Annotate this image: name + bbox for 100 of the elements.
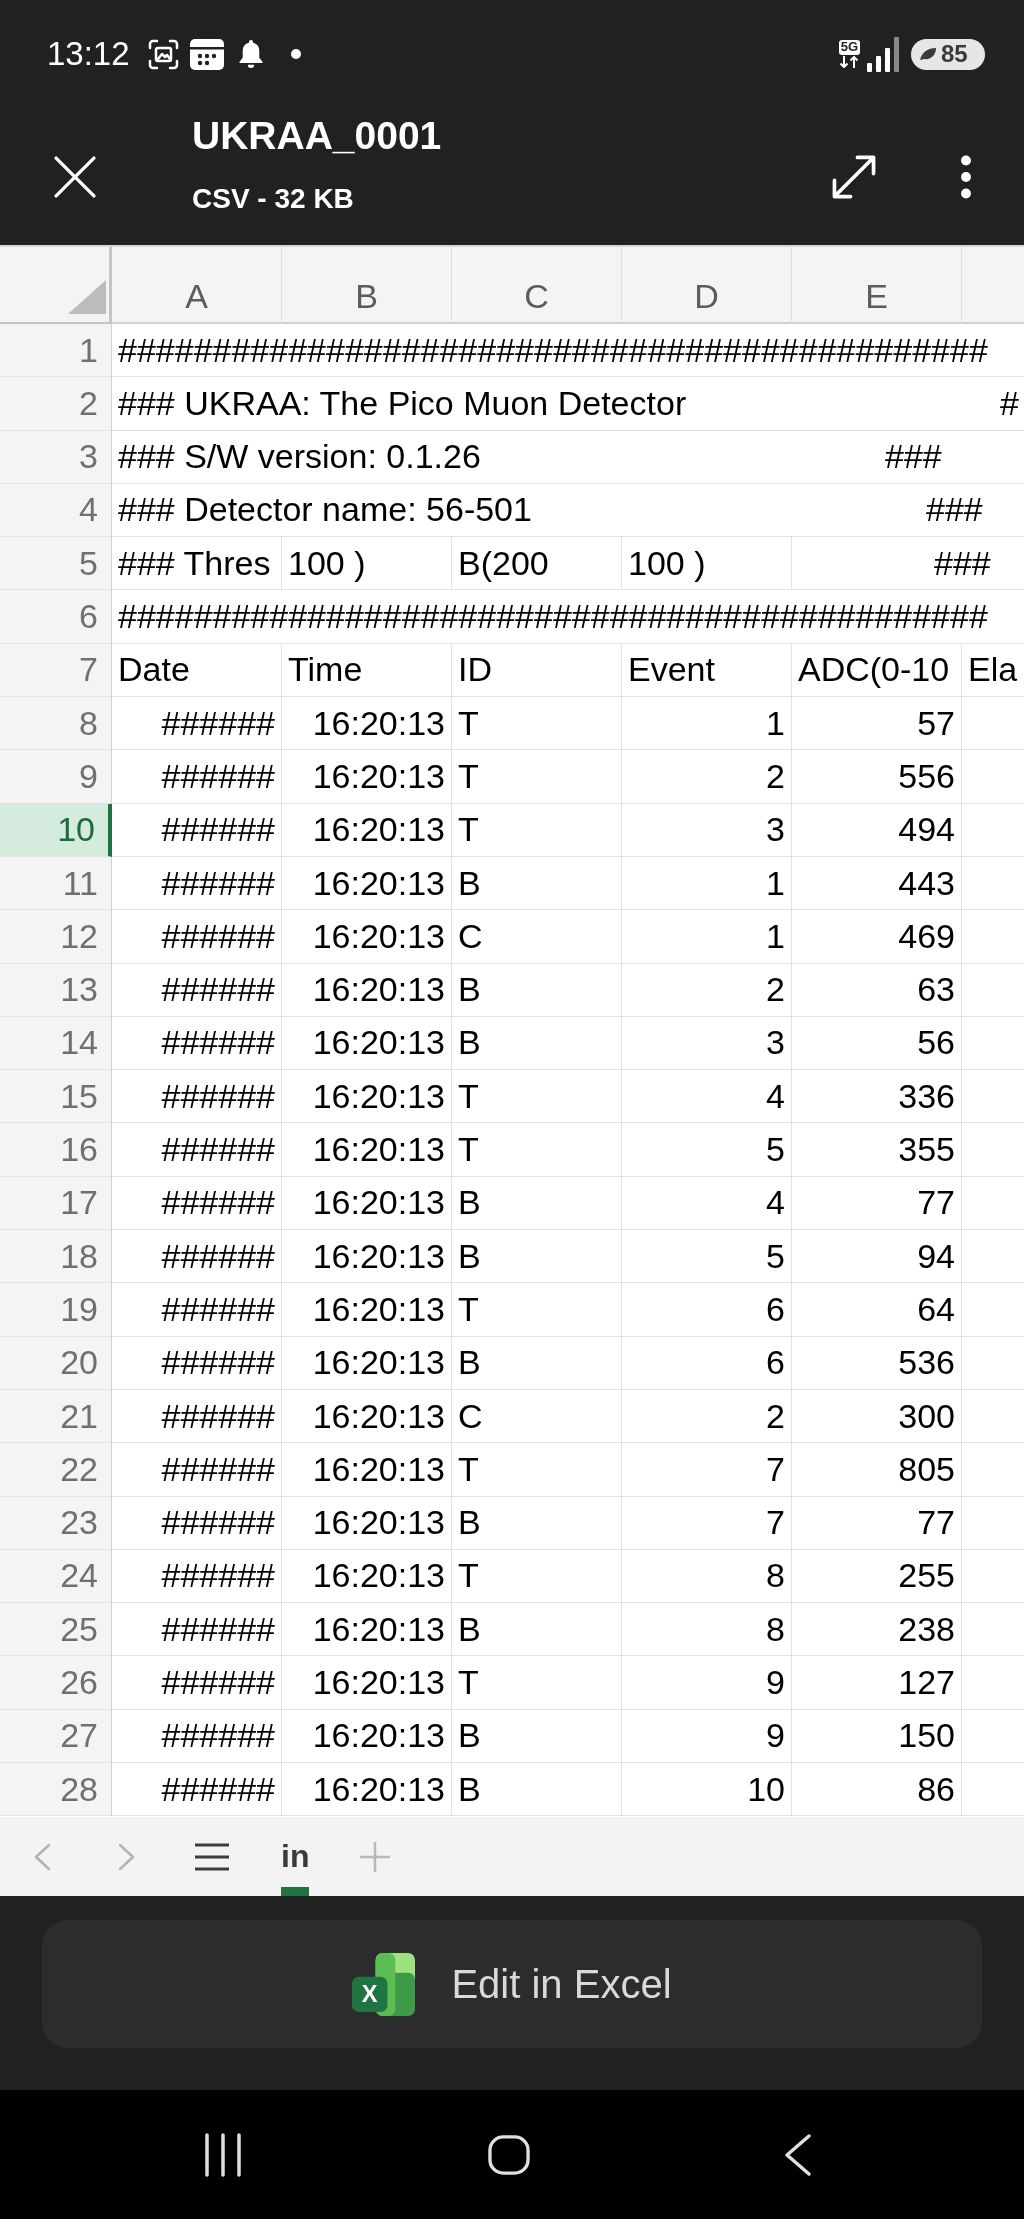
detector-id: B [458, 1769, 481, 1809]
time-value: 16:20:13 [312, 1076, 445, 1116]
row-header[interactable]: 28 [0, 1763, 112, 1817]
close-icon[interactable] [54, 155, 96, 198]
battery-level-text: 85 [941, 40, 968, 68]
row-header[interactable]: 20 [0, 1336, 112, 1390]
row-header[interactable]: 25 [0, 1603, 112, 1657]
row-header[interactable]: 15 [0, 1070, 112, 1124]
row-header[interactable]: 21 [0, 1389, 112, 1444]
row-header[interactable]: 7 [0, 643, 112, 698]
event-number: 6 [766, 1343, 785, 1383]
row-header[interactable]: 12 [0, 910, 112, 964]
recent-apps-icon[interactable] [203, 2132, 243, 2177]
adc-value: 63 [917, 970, 955, 1010]
date-value: ###### [161, 703, 275, 743]
row-header[interactable]: 8 [0, 697, 112, 751]
row-header[interactable]: 19 [0, 1283, 112, 1337]
column-header[interactable]: D [694, 276, 719, 316]
date-value: ###### [161, 1289, 275, 1330]
adc-value: 255 [898, 1556, 955, 1596]
row-header[interactable]: 2 [0, 377, 112, 431]
date-value: ###### [161, 810, 275, 850]
event-number: 6 [766, 1289, 785, 1330]
event-number: 9 [766, 1716, 785, 1756]
detector-id: B [458, 1236, 481, 1276]
adc-value: 336 [898, 1076, 955, 1116]
comment-text: 100 ) [628, 543, 706, 583]
date-value: ###### [161, 1076, 275, 1116]
time-value: 16:20:13 [312, 810, 445, 850]
column-title: Date [118, 650, 190, 690]
time-value: 16:20:13 [312, 916, 445, 956]
detector-id: B [458, 1023, 481, 1063]
row-header[interactable]: 1 [0, 324, 112, 378]
time-value: 16:20:13 [312, 1183, 445, 1223]
row-header[interactable]: 26 [0, 1656, 112, 1710]
detector-id: T [458, 1449, 479, 1489]
time-value: 16:20:13 [312, 703, 445, 743]
row-header[interactable]: 13 [0, 963, 112, 1017]
row-header[interactable]: 14 [0, 1016, 112, 1071]
column-title: ID [458, 650, 492, 690]
comment-text: ### [926, 490, 983, 530]
row-header[interactable]: 6 [0, 590, 112, 644]
row-header[interactable]: 24 [0, 1549, 112, 1604]
row-header[interactable]: 23 [0, 1496, 112, 1550]
column-header[interactable]: E [865, 276, 888, 316]
event-number: 9 [766, 1663, 785, 1703]
event-number: 3 [766, 1023, 785, 1063]
time-value: 16:20:13 [312, 1236, 445, 1276]
menu-icon[interactable] [195, 1842, 229, 1871]
comment-text: ### Detector name: 56-501 [118, 490, 532, 530]
event-number: 1 [766, 703, 785, 743]
column-title: Ela [968, 650, 1018, 690]
detector-id: B [458, 1716, 481, 1756]
row-header[interactable]: 4 [0, 483, 112, 538]
event-number: 7 [766, 1503, 785, 1543]
event-number: 10 [747, 1769, 785, 1809]
column-header[interactable]: A [185, 276, 208, 316]
row-header[interactable]: 27 [0, 1709, 112, 1763]
time-value: 16:20:13 [312, 1343, 445, 1383]
detector-id: B [458, 970, 481, 1010]
row-header[interactable]: 18 [0, 1230, 112, 1284]
row-header[interactable]: 3 [0, 430, 112, 484]
comment-text: B(200 [458, 543, 549, 583]
row-header[interactable]: 10 [0, 803, 112, 857]
adc-value: 57 [917, 703, 955, 743]
column-header[interactable]: B [355, 276, 378, 316]
signal-bars-icon [867, 36, 900, 72]
date-value: ###### [161, 1023, 275, 1063]
row-header[interactable]: 17 [0, 1176, 112, 1231]
data-arrows-icon [839, 55, 860, 68]
bell-icon [237, 40, 264, 68]
adc-value: 805 [898, 1449, 955, 1489]
row-header[interactable]: 9 [0, 750, 112, 804]
clock-time: 13:12 [47, 35, 130, 73]
network-type-label: 5G [838, 40, 860, 55]
column-title: ADC(0-10 [798, 650, 950, 690]
edit-button[interactable]: X Edit in Excel [42, 1920, 982, 2048]
date-value: ###### [161, 1396, 275, 1436]
back-icon[interactable] [784, 2132, 812, 2177]
expand-icon[interactable] [831, 153, 877, 200]
event-number: 5 [766, 1236, 785, 1276]
adc-value: 127 [898, 1663, 955, 1703]
row-header[interactable]: 5 [0, 537, 112, 591]
more-options-icon[interactable] [960, 154, 972, 199]
file-info: CSV - 32 KB [192, 181, 355, 216]
detector-id: B [458, 1609, 481, 1649]
event-number: 1 [766, 863, 785, 903]
detector-id: C [458, 916, 483, 956]
date-value: ###### [161, 1663, 275, 1703]
detector-id: B [458, 863, 481, 903]
row-header[interactable]: 22 [0, 1443, 112, 1497]
event-number: 8 [766, 1556, 785, 1596]
time-value: 16:20:13 [312, 1449, 445, 1489]
event-number: 3 [766, 810, 785, 850]
row-header[interactable]: 16 [0, 1123, 112, 1177]
time-value: 16:20:13 [312, 1716, 445, 1756]
home-icon[interactable] [488, 2134, 530, 2175]
column-header[interactable]: C [524, 276, 549, 316]
time-value: 16:20:13 [312, 970, 445, 1010]
row-header[interactable]: 11 [0, 856, 112, 911]
